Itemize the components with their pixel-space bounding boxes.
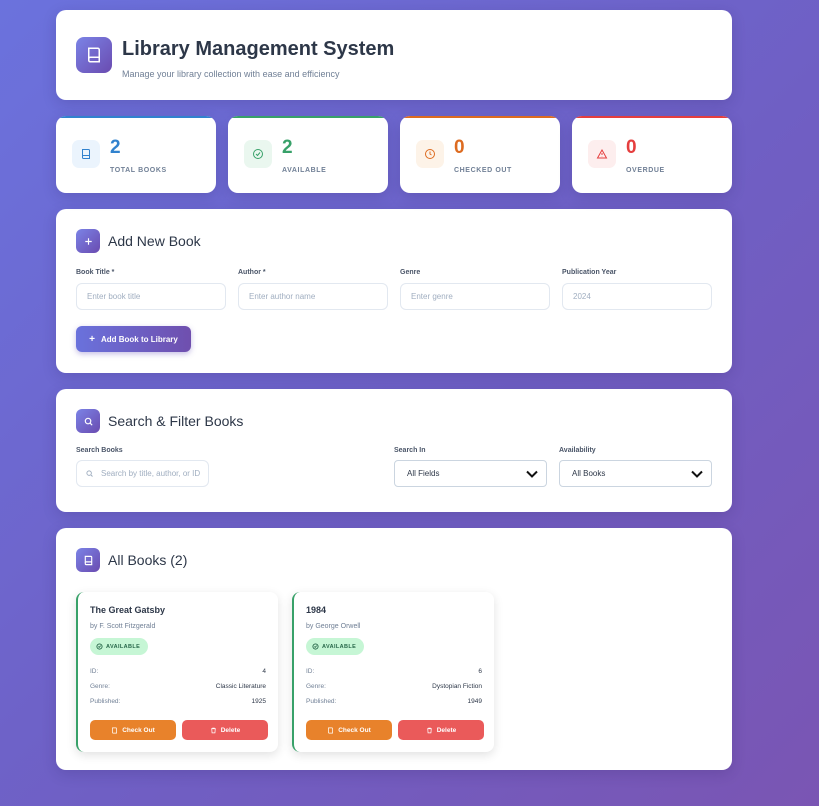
status-text: AVAILABLE	[106, 643, 141, 650]
add-book-title: Add New Book	[108, 233, 201, 249]
stat-label: OVERDUE	[626, 167, 665, 174]
publication-year-input[interactable]: 2024	[562, 283, 712, 310]
book-author: by George Orwell	[306, 623, 361, 630]
id-label: ID:	[306, 668, 315, 675]
book-title-field: Book Title * Enter book title	[76, 269, 226, 310]
author-input[interactable]: Enter author name	[238, 283, 388, 310]
availability-value: All Books	[572, 469, 606, 478]
check-circle-icon	[96, 643, 103, 650]
book-list: The Great Gatsby by F. Scott Fitzgerald …	[76, 592, 712, 752]
page-title: Library Management System	[122, 38, 395, 60]
check-out-label: Check Out	[338, 726, 371, 734]
add-book-button[interactable]: + Add Book to Library	[76, 326, 191, 352]
status-badge: AVAILABLE	[306, 638, 365, 655]
stat-value: 0	[626, 137, 637, 158]
app-header: Library Management System Manage your li…	[56, 10, 732, 100]
id-label: ID:	[90, 668, 99, 675]
search-in-label: Search In	[394, 447, 426, 454]
check-out-button[interactable]: Check Out	[306, 720, 392, 740]
stats-row: 2 TOTAL BOOKS 2 AVAILABLE 0 CHECKED OUT …	[56, 116, 732, 193]
book-id: 4	[262, 668, 266, 675]
search-books-field: Search Books Search by title, author, or…	[76, 447, 209, 487]
delete-button[interactable]: Delete	[398, 720, 484, 740]
add-book-panel: Add New Book Book Title * Enter book tit…	[56, 209, 732, 373]
stat-value: 2	[110, 137, 121, 158]
genre-label: Genre	[400, 269, 421, 276]
status-badge: AVAILABLE	[90, 638, 149, 655]
stat-label: TOTAL BOOKS	[110, 167, 167, 174]
plus-icon: +	[89, 333, 95, 345]
trash-icon	[210, 727, 216, 733]
chevron-down-icon	[691, 470, 703, 478]
status-text: AVAILABLE	[322, 643, 357, 650]
availability-field: Availability All Books	[559, 447, 712, 487]
author-field: Author * Enter author name	[238, 269, 388, 310]
stat-overdue: 0 OVERDUE	[572, 116, 732, 193]
search-icon	[76, 409, 100, 433]
check-circle-icon	[312, 643, 319, 650]
availability-select[interactable]: All Books	[559, 460, 712, 487]
published-label: Published:	[306, 698, 337, 705]
stat-total-books: 2 TOTAL BOOKS	[56, 116, 216, 193]
search-filter-title: Search & Filter Books	[108, 413, 244, 429]
stat-value: 2	[282, 137, 293, 158]
search-books-label: Search Books	[76, 447, 123, 454]
check-circle-icon	[244, 140, 272, 168]
book-card: 1984 by George Orwell AVAILABLE ID: 6 Gen…	[292, 592, 494, 752]
delete-label: Delete	[220, 726, 241, 734]
author-label: Author *	[238, 269, 266, 276]
book-icon	[72, 140, 100, 168]
warning-icon	[588, 140, 616, 168]
publication-year-label: Publication Year	[562, 269, 617, 276]
availability-label: Availability	[559, 447, 596, 454]
clock-icon	[416, 140, 444, 168]
book-title-label: Book Title *	[76, 269, 115, 276]
library-book-icon	[76, 37, 112, 73]
search-filter-panel: Search & Filter Books Search Books Searc…	[56, 389, 732, 512]
search-icon	[86, 470, 93, 477]
search-placeholder: Search by title, author, or ID	[101, 469, 200, 478]
book-icon	[76, 548, 100, 572]
genre-field: Genre Enter genre	[400, 269, 550, 310]
search-in-select[interactable]: All Fields	[394, 460, 547, 487]
published-label: Published:	[90, 698, 121, 705]
delete-label: Delete	[436, 726, 457, 734]
check-out-label: Check Out	[122, 726, 155, 734]
check-out-button[interactable]: Check Out	[90, 720, 176, 740]
app-container: Library Management System Manage your li…	[56, 10, 732, 770]
genre-label: Genre:	[90, 683, 110, 690]
stat-checked-out: 0 CHECKED OUT	[400, 116, 560, 193]
book-title-input[interactable]: Enter book title	[76, 283, 226, 310]
all-books-title: All Books (2)	[108, 552, 188, 568]
book-card: The Great Gatsby by F. Scott Fitzgerald …	[76, 592, 278, 752]
search-in-field: Search In All Fields	[394, 447, 547, 487]
search-in-value: All Fields	[407, 469, 440, 478]
book-genre: Dystopian Fiction	[432, 683, 482, 690]
book-icon	[328, 727, 334, 733]
stat-label: CHECKED OUT	[454, 167, 512, 174]
book-genre: Classic Literature	[215, 683, 266, 690]
stat-available: 2 AVAILABLE	[228, 116, 388, 193]
book-id: 6	[478, 668, 482, 675]
page-subtitle: Manage your library collection with ease…	[122, 69, 340, 79]
book-published: 1949	[467, 698, 482, 705]
book-title: 1984	[306, 605, 327, 615]
plus-icon	[76, 229, 100, 253]
book-title: The Great Gatsby	[90, 605, 166, 615]
book-published: 1925	[251, 698, 266, 705]
publication-year-field: Publication Year 2024	[562, 269, 712, 310]
delete-button[interactable]: Delete	[182, 720, 268, 740]
book-author: by F. Scott Fitzgerald	[90, 623, 156, 630]
chevron-down-icon	[526, 470, 538, 478]
add-book-button-label: Add Book to Library	[100, 334, 178, 344]
stat-value: 0	[454, 137, 465, 158]
search-input[interactable]: Search by title, author, or ID	[76, 460, 209, 487]
book-icon	[112, 727, 118, 733]
stat-label: AVAILABLE	[282, 167, 327, 174]
genre-input[interactable]: Enter genre	[400, 283, 550, 310]
all-books-panel: All Books (2) The Great Gatsby by F. Sco…	[56, 528, 732, 770]
genre-label: Genre:	[306, 683, 326, 690]
trash-icon	[426, 727, 432, 733]
